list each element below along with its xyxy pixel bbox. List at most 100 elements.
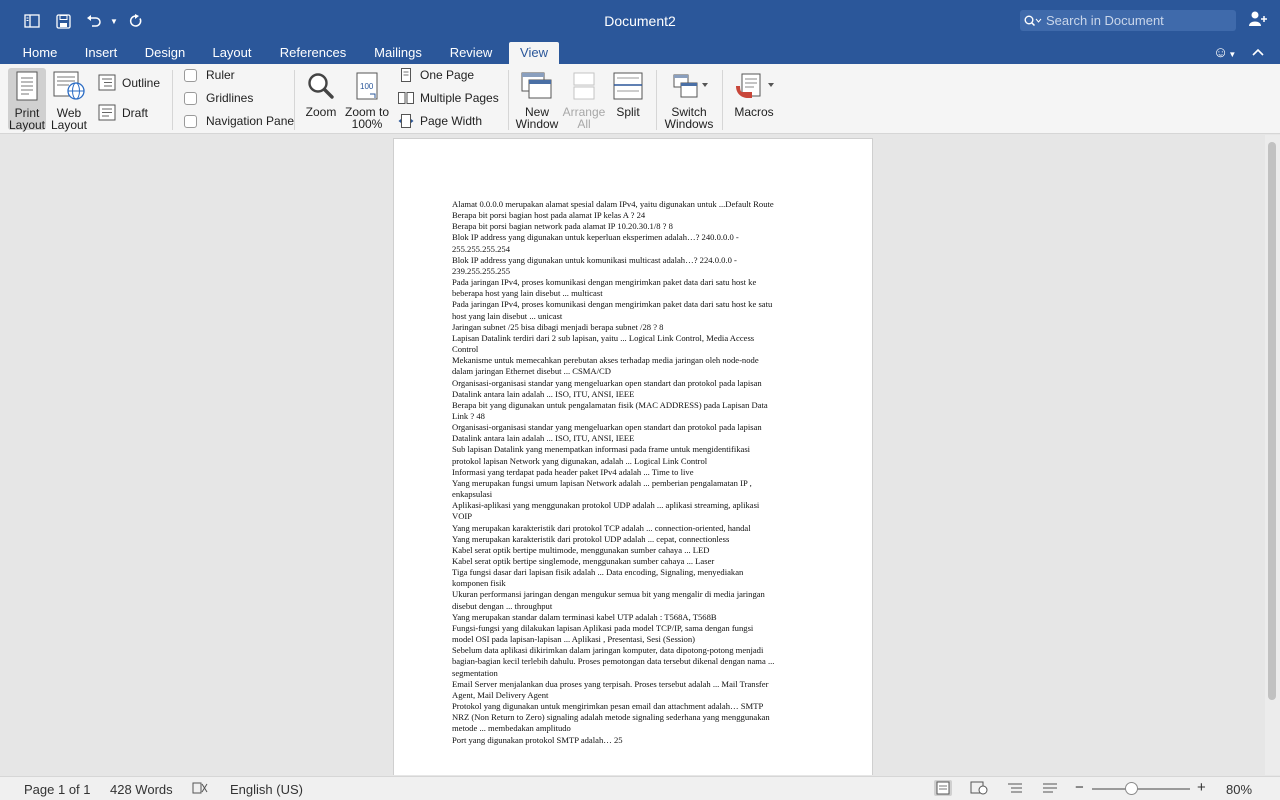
arrange-all-button[interactable]: Arrange All xyxy=(562,72,606,130)
print-layout-button[interactable]: Print Layout xyxy=(8,68,46,132)
document-canvas[interactable]: Alamat 0.0.0.0 merupakan alamat spesial … xyxy=(0,135,1265,775)
tab-review[interactable]: Review xyxy=(443,42,499,64)
print-layout-view-icon[interactable] xyxy=(934,780,952,796)
switch-windows-label-2: Windows xyxy=(664,117,714,131)
document-line: Yang merupakan karakteristik dari protok… xyxy=(452,522,751,533)
document-line: komponen fisik xyxy=(452,578,506,589)
macros-button[interactable]: Macros xyxy=(730,72,778,118)
zoom-100-button[interactable]: 100 Zoom to 100% xyxy=(344,72,390,130)
page-width-button[interactable]: Page Width xyxy=(398,114,482,128)
document-line: Mekanisme untuk memecahkan perebutan aks… xyxy=(452,355,759,366)
tab-design[interactable]: Design xyxy=(138,42,192,64)
multiple-pages-button[interactable]: Multiple Pages xyxy=(398,91,499,105)
web-layout-button[interactable]: Web Layout xyxy=(50,68,88,132)
document-line: Pada jaringan IPv4, proses komunikasi de… xyxy=(452,299,773,310)
document-line: Tiga fungsi dasar dari lapisan fisik ada… xyxy=(452,567,744,578)
one-page-label: One Page xyxy=(420,68,475,82)
search-box[interactable] xyxy=(1020,10,1236,31)
proofing-icon[interactable] xyxy=(192,781,208,798)
document-line: Sub lapisan Datalink yang menempatkan in… xyxy=(452,444,751,455)
document-line: Informasi yang terdapat pada header pake… xyxy=(452,466,694,477)
document-line: 255.255.255.254 xyxy=(452,243,511,254)
ruler-checkbox-box[interactable] xyxy=(184,68,197,82)
page-width-icon xyxy=(398,114,414,128)
gridlines-checkbox-box[interactable] xyxy=(184,91,197,105)
web-layout-label-2: Layout xyxy=(50,118,88,132)
page-width-label: Page Width xyxy=(420,114,483,128)
ribbon-view: Print Layout Web Layout Outline Draft Ru… xyxy=(0,64,1280,134)
document-line: 239.255.255.255 xyxy=(452,265,511,276)
document-line: Protokol yang digunakan untuk mengirimka… xyxy=(452,701,764,712)
document-line: Organisasi-organisasi standar yang menge… xyxy=(452,422,762,433)
document-line: Yang merupakan karakteristik dari protok… xyxy=(452,533,730,544)
switch-windows-button[interactable]: Switch Windows xyxy=(664,72,714,130)
web-layout-icon xyxy=(50,71,88,104)
search-icon xyxy=(1024,15,1042,26)
magnifier-icon xyxy=(302,72,340,103)
split-label: Split xyxy=(616,105,640,119)
title-bar: ▼ Document2 xyxy=(0,0,1280,42)
zoom-level[interactable]: 80% xyxy=(1226,782,1252,797)
one-page-button[interactable]: One Page xyxy=(398,68,474,82)
document-line: Yang merupakan fungsi umum lapisan Netwo… xyxy=(452,477,752,488)
collapse-ribbon-icon[interactable] xyxy=(1252,42,1264,64)
page-count[interactable]: Page 1 of 1 xyxy=(24,782,91,797)
outline-label: Outline xyxy=(122,75,161,90)
outline-icon xyxy=(98,74,116,91)
outline-view-icon[interactable] xyxy=(1006,781,1024,798)
gridlines-checkbox[interactable]: Gridlines xyxy=(184,91,253,105)
zoom-100-label-2: 100% xyxy=(351,117,383,131)
multiple-pages-icon xyxy=(398,92,414,104)
zoom-out-icon[interactable]: − xyxy=(1075,779,1084,796)
draft-label: Draft xyxy=(122,105,149,120)
navigation-pane-checkbox-box[interactable] xyxy=(184,114,197,128)
ruler-checkbox[interactable]: Ruler xyxy=(184,68,235,82)
document-line: Aplikasi-aplikasi yang menggunakan proto… xyxy=(452,500,760,511)
feedback-smiley-icon[interactable]: ☺▼ xyxy=(1213,42,1236,64)
zoom-slider-knob[interactable] xyxy=(1125,782,1138,795)
gridlines-label: Gridlines xyxy=(206,91,254,105)
word-count[interactable]: 428 Words xyxy=(110,782,173,797)
scrollbar-thumb[interactable] xyxy=(1268,142,1276,700)
document-page[interactable]: Alamat 0.0.0.0 merupakan alamat spesial … xyxy=(393,138,873,775)
draft-button[interactable]: Draft xyxy=(98,104,148,121)
language[interactable]: English (US) xyxy=(230,782,303,797)
zoom-in-icon[interactable]: + xyxy=(1197,779,1206,796)
document-line: dalam jaringan Ethernet disebut ... CSMA… xyxy=(452,366,611,377)
tab-home[interactable]: Home xyxy=(16,42,64,64)
document-line: model OSI pada lapisan-lapisan ... Aplik… xyxy=(452,634,695,645)
split-button[interactable]: Split xyxy=(610,72,646,118)
web-layout-view-icon[interactable] xyxy=(970,781,988,798)
tab-layout[interactable]: Layout xyxy=(205,42,259,64)
ribbon-tab-bar: Home Insert Design Layout References Mai… xyxy=(0,42,1280,64)
document-line: Sebelum data aplikasi dikirimkan dalam j… xyxy=(452,645,764,656)
macros-label: Macros xyxy=(734,105,774,119)
ruler-label: Ruler xyxy=(206,68,235,82)
arrange-all-label-2: All xyxy=(577,117,591,131)
print-layout-label-2: Layout xyxy=(8,118,46,132)
navigation-pane-checkbox[interactable]: Navigation Pane xyxy=(184,114,294,128)
tab-mailings[interactable]: Mailings xyxy=(366,42,430,64)
document-line: Berapa bit yang digunakan untuk pengalam… xyxy=(452,399,768,410)
document-line: beberapa host yang lain disebut ... mult… xyxy=(452,288,603,299)
ribbon-separator xyxy=(294,70,295,130)
document-line: Berapa bit porsi bagian network pada ala… xyxy=(452,221,673,232)
new-window-icon xyxy=(514,72,560,103)
document-body[interactable]: Alamat 0.0.0.0 merupakan alamat spesial … xyxy=(452,199,818,746)
document-line: Port yang digunakan protokol SMTP adalah… xyxy=(452,734,623,745)
ribbon-separator xyxy=(722,70,723,130)
tab-insert[interactable]: Insert xyxy=(78,42,124,64)
new-window-button[interactable]: New Window xyxy=(514,72,560,130)
tab-references[interactable]: References xyxy=(271,42,355,64)
tab-view[interactable]: View xyxy=(509,42,559,64)
zoom-slider[interactable] xyxy=(1092,788,1190,790)
draft-view-icon[interactable] xyxy=(1042,781,1058,798)
share-user-icon[interactable] xyxy=(1248,10,1270,30)
document-line: Lapisan Datalink terdiri dari 2 sub lapi… xyxy=(452,332,755,343)
document-line: segmentation xyxy=(452,667,498,678)
document-line: Fungsi-fungsi yang dilakukan lapisan Apl… xyxy=(452,622,754,633)
status-bar: Page 1 of 1 428 Words English (US) − + 8… xyxy=(0,776,1280,800)
search-input[interactable] xyxy=(1046,13,1226,28)
outline-button[interactable]: Outline xyxy=(98,74,160,91)
zoom-button[interactable]: Zoom xyxy=(302,72,340,118)
